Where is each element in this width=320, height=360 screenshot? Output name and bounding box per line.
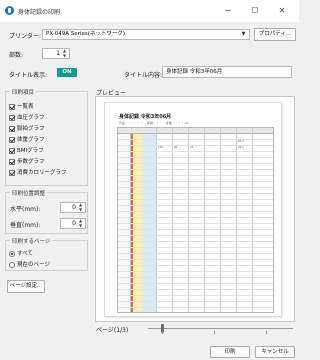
- slider-tick: [162, 331, 163, 334]
- copies-value: 1: [56, 50, 60, 57]
- print-position-title: 印刷位置調整: [10, 189, 48, 197]
- page-setup-button[interactable]: ページ設定...: [7, 280, 45, 293]
- horizontal-label: 水平(mm):: [10, 206, 41, 213]
- spin-arrows-icon[interactable]: ▲ ▼: [77, 202, 84, 212]
- page-nav-label: ページ(1/3): [96, 327, 129, 334]
- preview-page: 身体記録 令和3年06月 氏名 : ・・・・・ 年齢 : ・・ 身長 : ・・・…: [104, 102, 282, 317]
- checkbox-icon[interactable]: [9, 136, 15, 143]
- checkbox-pulse-graph[interactable]: 脈拍グラフ: [9, 124, 45, 133]
- checkbox-calorie-graph[interactable]: 消費カロリーグラフ: [9, 168, 67, 177]
- title-content-label: タイトル内容:: [124, 72, 163, 79]
- checkbox-label: 歩数グラフ: [17, 159, 45, 165]
- preview-doc-info: 氏名 : ・・・・・ 年齢 : ・・ 身長 : ・・・ cm: [119, 121, 190, 125]
- checkbox-icon[interactable]: [9, 147, 15, 154]
- chevron-down-icon: ▼: [241, 31, 246, 37]
- radio-all-pages[interactable]: すべて: [9, 249, 33, 258]
- title-display-label: タイトル表示:: [9, 72, 48, 79]
- checkbox-weight-graph[interactable]: 体重グラフ: [9, 135, 45, 144]
- checkbox-icon[interactable]: [9, 158, 15, 165]
- checkbox-label: 血圧グラフ: [17, 115, 45, 121]
- checkbox-steps-graph[interactable]: 歩数グラフ: [9, 157, 45, 166]
- title-content-input[interactable]: 身体記録 令和3年06月: [162, 66, 292, 78]
- preview-cell: 80: [174, 146, 178, 149]
- checkbox-list[interactable]: 一覧表: [9, 102, 34, 111]
- checkbox-label: 一覧表: [17, 104, 34, 110]
- copies-label: 部数:: [9, 52, 24, 59]
- print-items-title: 印刷項目: [10, 88, 37, 96]
- preview-cell: 22.1: [238, 146, 244, 149]
- preview-table: 120 80 72 65.0 22.1: [117, 127, 274, 313]
- radio-label: すべて: [17, 251, 33, 257]
- print-position-group: 印刷位置調整 水平(mm): 0 ▲ ▼ 垂直(mm): 0 ▲ ▼: [5, 189, 88, 234]
- page-slider-track[interactable]: [148, 328, 293, 329]
- vertical-label: 垂直(mm):: [10, 222, 41, 229]
- pages-title: 印刷するページ: [10, 237, 53, 245]
- maximize-button[interactable]: ☐: [245, 2, 265, 20]
- window-title: 身体記録の印刷: [18, 9, 61, 16]
- copies-stepper[interactable]: 1 ▲ ▼: [42, 48, 70, 59]
- checkbox-label: 脈拍グラフ: [17, 126, 45, 132]
- printer-value: PX-049A Series(ネットワーク): [46, 31, 126, 37]
- preview-row-lines: [118, 134, 273, 312]
- checkbox-icon[interactable]: [9, 169, 15, 176]
- horizontal-stepper[interactable]: 0 ▲ ▼: [60, 202, 86, 213]
- slider-tick: [214, 331, 215, 334]
- pages-group: 印刷するページ すべて 現在のページ: [5, 237, 88, 271]
- preview-cell: 120: [158, 146, 163, 149]
- slider-tick: [266, 331, 267, 334]
- print-preview: 身体記録 令和3年06月 氏名 : ・・・・・ 年齢 : ・・ 身長 : ・・・…: [95, 96, 295, 322]
- spin-arrows-icon[interactable]: ▲ ▼: [61, 48, 68, 58]
- vertical-value: 0: [72, 220, 76, 227]
- vertical-stepper[interactable]: 0 ▲ ▼: [60, 218, 86, 229]
- cancel-button[interactable]: キャンセル: [255, 346, 295, 358]
- checkbox-icon[interactable]: [9, 114, 15, 121]
- radio-current-page[interactable]: 現在のページ: [9, 260, 50, 269]
- spin-arrows-icon[interactable]: ▲ ▼: [77, 218, 84, 228]
- checkbox-label: 体重グラフ: [17, 137, 45, 143]
- print-button[interactable]: 印刷: [210, 346, 250, 358]
- minimize-button[interactable]: ─: [218, 2, 238, 20]
- checkbox-label: 消費カロリーグラフ: [17, 170, 67, 176]
- printer-label: プリンター:: [9, 33, 42, 40]
- radio-label: 現在のページ: [17, 262, 50, 268]
- print-items-group: 印刷項目 一覧表 血圧グラフ 脈拍グラフ 体重グラフ BMIグラフ 歩数グラフ …: [5, 88, 88, 186]
- checkbox-icon[interactable]: [9, 103, 15, 110]
- app-icon: [5, 6, 14, 15]
- close-button[interactable]: ✕: [272, 2, 292, 20]
- preview-doc-title: 身体記録 令和3年06月: [119, 114, 172, 120]
- checkbox-bp-graph[interactable]: 血圧グラフ: [9, 113, 45, 122]
- title-bar: 身体記録の印刷 ─ ☐ ✕: [0, 0, 299, 22]
- checkbox-label: BMIグラフ: [17, 148, 44, 154]
- properties-button[interactable]: プロパティ...: [254, 28, 296, 41]
- preview-cell: 72: [190, 146, 194, 149]
- title-display-toggle[interactable]: ON: [57, 68, 77, 77]
- printer-select[interactable]: PX-049A Series(ネットワーク) ▼: [42, 29, 250, 40]
- checkbox-icon[interactable]: [9, 125, 15, 132]
- preview-cell: 65.0: [238, 140, 244, 143]
- radio-icon[interactable]: [9, 250, 15, 257]
- checkbox-bmi-graph[interactable]: BMIグラフ: [9, 146, 44, 155]
- radio-icon[interactable]: [9, 261, 15, 268]
- horizontal-value: 0: [72, 204, 76, 211]
